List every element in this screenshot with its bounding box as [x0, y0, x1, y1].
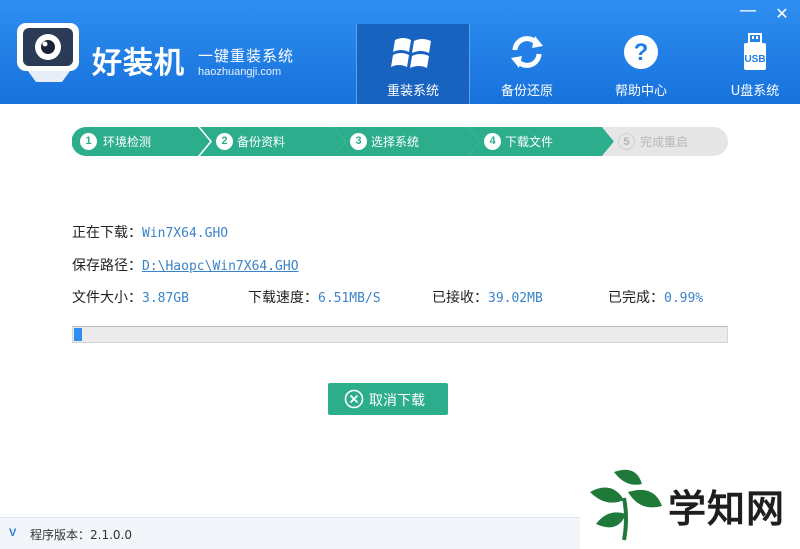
step-number: 4: [484, 133, 501, 150]
nav-item-reinstall[interactable]: 重装系统: [356, 24, 470, 104]
help-icon: ?: [624, 35, 658, 69]
step-progress: 1 环境检测 2 备份资料 3 选择系统 4 下载文件 5 完成重启: [72, 127, 728, 156]
usb-icon: USB: [744, 33, 766, 70]
refresh-icon: [511, 36, 543, 68]
step-download-files: 4 下载文件: [468, 127, 614, 156]
downloading-label: 正在下载：: [72, 225, 142, 241]
file-size-label: 文件大小：: [72, 290, 142, 306]
step-environment-check: 1 环境检测: [72, 127, 210, 156]
step-label: 环境检测: [103, 135, 152, 149]
close-button[interactable]: ✕: [772, 4, 792, 23]
step-complete-restart: 5 完成重启: [602, 127, 728, 156]
nav-item-usb-system[interactable]: USB U盘系统: [698, 24, 800, 104]
file-size-stat: 文件大小：3.87GB: [72, 287, 189, 307]
received-label: 已接收：: [432, 290, 488, 306]
step-number: 5: [618, 133, 635, 150]
download-progress-fill: [74, 328, 82, 341]
received-stat: 已接收：39.02MB: [432, 287, 543, 307]
step-number: 3: [350, 133, 367, 150]
brand-domain: haozhuangji.com: [198, 66, 282, 78]
download-speed-value: 6.51MB/S: [318, 291, 381, 306]
brand-title: 好装机: [92, 46, 185, 81]
nav-item-label: 备份还原: [500, 84, 553, 99]
installer-window: 好装机 一键重装系统 haozhuangji.com — ✕ 重装系统 备份还原…: [0, 0, 800, 549]
brand-slogan: 一键重装系统: [198, 47, 295, 65]
minimize-button[interactable]: —: [738, 0, 758, 21]
monitor-eye-logo-icon: [17, 23, 79, 82]
usb-badge: USB: [744, 54, 765, 65]
step-label: 下载文件: [505, 135, 554, 149]
nav-item-label: 重装系统: [386, 84, 439, 99]
nav-item-label: 帮助中心: [614, 84, 667, 99]
header-bar: 好装机 一键重装系统 haozhuangji.com — ✕ 重装系统 备份还原…: [0, 0, 800, 104]
completed-value: 0.99%: [664, 291, 704, 306]
leaf-logo-icon: [590, 469, 662, 541]
step-label: 选择系统: [371, 135, 420, 149]
watermark-text: 学知网: [668, 487, 786, 531]
cancel-download-button[interactable]: 取消下载: [328, 383, 448, 415]
downloading-row: 正在下载：Win7X64.GHO: [72, 222, 228, 242]
main-nav: 重装系统 备份还原 ? 帮助中心 USB U盘系统: [356, 24, 800, 104]
download-progress-bar: [72, 326, 728, 343]
cancel-download-label: 取消下载: [369, 393, 425, 409]
step-select-system: 3 选择系统: [334, 127, 480, 156]
download-speed-label: 下载速度：: [248, 290, 318, 306]
download-filename: Win7X64.GHO: [142, 226, 229, 241]
save-path-label: 保存路径：: [72, 258, 142, 274]
save-path-link[interactable]: D:\Haopc\Win7X64.GHO: [142, 259, 299, 274]
save-path-row: 保存路径：D:\Haopc\Win7X64.GHO: [72, 255, 299, 275]
received-value: 39.02MB: [488, 291, 543, 306]
nav-item-label: U盘系统: [730, 84, 780, 99]
file-size-value: 3.87GB: [142, 291, 189, 306]
version-badge: V: [9, 527, 17, 539]
step-number: 2: [216, 133, 233, 150]
windows-icon: [391, 38, 431, 68]
completed-stat: 已完成：0.99%: [608, 287, 703, 307]
step-label: 备份资料: [237, 135, 286, 149]
step-label: 完成重启: [640, 135, 689, 149]
help-glyph: ?: [634, 39, 649, 66]
program-version: 程序版本：2.1.0.0: [30, 528, 132, 542]
step-number: 1: [80, 133, 97, 150]
download-speed-stat: 下载速度：6.51MB/S: [248, 287, 381, 307]
nav-item-help[interactable]: ? 帮助中心: [584, 24, 698, 104]
cancel-circle-icon: [344, 389, 364, 409]
nav-item-backup-restore[interactable]: 备份还原: [470, 24, 584, 104]
step-backup-data: 2 备份资料: [200, 127, 346, 156]
completed-label: 已完成：: [608, 290, 664, 306]
